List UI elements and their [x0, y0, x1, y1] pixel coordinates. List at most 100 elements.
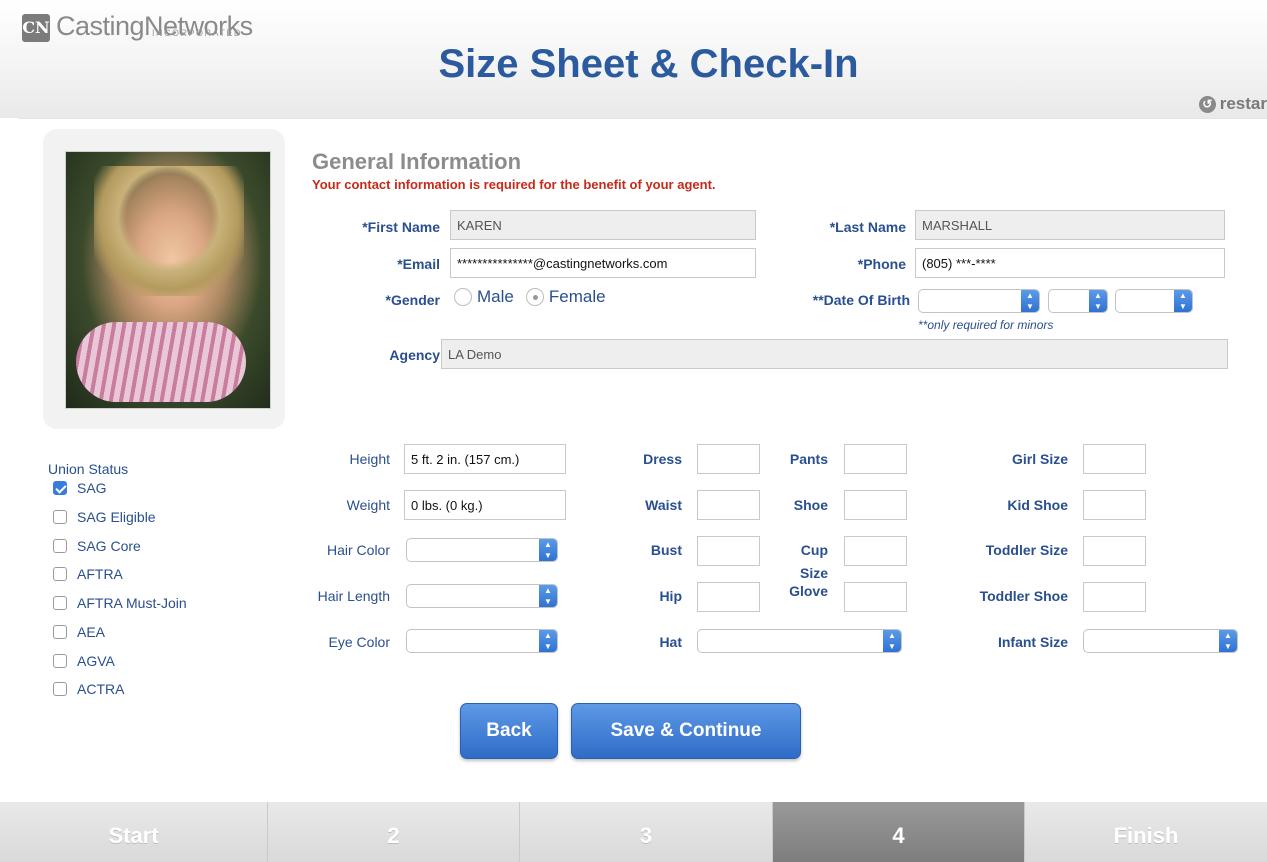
union-item-label: SAG [77, 480, 107, 496]
dob-note: **only required for minors [918, 318, 1054, 332]
height-field[interactable] [404, 444, 566, 474]
phone-field[interactable] [915, 248, 1225, 278]
sag-checkbox[interactable] [53, 481, 67, 495]
dob-month-select[interactable]: ▲ ▼ [918, 289, 1040, 313]
weight-field[interactable] [404, 490, 566, 520]
required-note: Your contact information is required for… [312, 177, 716, 192]
kid-shoe-field[interactable] [1083, 490, 1146, 520]
agency-field[interactable] [441, 339, 1228, 369]
dob-day-select[interactable]: ▲ ▼ [1048, 289, 1108, 313]
infant-size-select[interactable]: ▲ ▼ [1083, 629, 1238, 653]
shoe-label: Shoe [793, 497, 828, 513]
union-item-label: AGVA [77, 653, 115, 669]
dress-label: Dress [643, 451, 682, 467]
pants-label: Pants [789, 451, 828, 467]
step-2[interactable]: 2 [268, 802, 520, 862]
email-field[interactable] [450, 248, 756, 278]
hat-select[interactable]: ▲ ▼ [697, 629, 902, 653]
toddler-shoe-field[interactable] [1083, 582, 1146, 612]
union-item-sag[interactable]: SAG [53, 480, 107, 496]
kid-shoe-label: Kid Shoe [1007, 497, 1068, 513]
agency-label: Agency [389, 347, 440, 363]
email-label: *Email [397, 256, 440, 272]
chevron-updown-icon: ▲ ▼ [539, 630, 557, 652]
step-start[interactable]: Start [0, 802, 268, 862]
last-name-label: *Last Name [829, 219, 906, 235]
aftra-must-join-checkbox[interactable] [53, 596, 67, 610]
toddler-size-field[interactable] [1083, 536, 1146, 566]
chevron-updown-icon: ▲ ▼ [1021, 290, 1039, 312]
main-panel: General Information Your contact informa… [18, 118, 1267, 802]
profile-photo [65, 151, 271, 409]
hip-label: Hip [659, 588, 682, 604]
union-item-aftra-must-join[interactable]: AFTRA Must-Join [53, 595, 187, 611]
pants-field[interactable] [844, 444, 907, 474]
girl-size-label: Girl Size [1011, 451, 1068, 467]
photo-frame [43, 129, 285, 429]
last-name-field[interactable] [915, 210, 1225, 240]
chevron-updown-icon: ▲ ▼ [539, 539, 557, 561]
union-item-aftra[interactable]: AFTRA [53, 566, 123, 582]
union-item-aea[interactable]: AEA [53, 624, 105, 640]
hair-length-select[interactable]: ▲ ▼ [406, 584, 558, 608]
union-status-title: Union Status [48, 461, 129, 477]
back-button[interactable]: Back [460, 703, 558, 759]
waist-label: Waist [645, 497, 682, 513]
union-item-agva[interactable]: AGVA [53, 653, 115, 669]
aea-checkbox[interactable] [53, 625, 67, 639]
general-info-title: General Information [312, 149, 522, 174]
cup-size-label-2: Size [799, 565, 828, 581]
hair-color-select[interactable]: ▲ ▼ [406, 538, 558, 562]
gender-male-label: Male [477, 287, 514, 306]
glove-field[interactable] [844, 582, 907, 612]
aftra-checkbox[interactable] [53, 567, 67, 581]
union-item-label: ACTRA [77, 681, 125, 697]
union-item-label: AEA [77, 624, 106, 640]
chevron-updown-icon: ▲ ▼ [1089, 290, 1107, 312]
restart-icon: ↺ [1198, 95, 1216, 113]
union-item-actra[interactable]: ACTRA [53, 681, 124, 697]
dob-year-select[interactable]: ▲ ▼ [1115, 289, 1193, 313]
union-item-label: AFTRA [77, 566, 123, 582]
dob-label: **Date Of Birth [812, 292, 910, 308]
actra-checkbox[interactable] [53, 682, 67, 696]
union-item-sag-eligible[interactable]: SAG Eligible [53, 509, 156, 525]
first-name-label: *First Name [362, 219, 440, 235]
sag-eligible-checkbox[interactable] [53, 510, 67, 524]
logo-subtitle: INCORPORATED [152, 28, 242, 38]
waist-field[interactable] [697, 490, 760, 520]
gender-female-radio[interactable] [525, 288, 544, 306]
gender-female-label: Female [548, 287, 606, 306]
gender-label: *Gender [385, 292, 440, 308]
gender-radio-group: Male Female [454, 287, 618, 307]
page-title: Size Sheet & Check-In [438, 42, 859, 86]
bust-label: Bust [650, 542, 682, 558]
union-item-sag-core[interactable]: SAG Core [53, 538, 141, 554]
step-4[interactable]: 4 [773, 802, 1025, 862]
step-finish[interactable]: Finish [1025, 802, 1267, 862]
chevron-updown-icon: ▲ ▼ [1174, 290, 1192, 312]
restart-link[interactable]: ↺ restar [1198, 94, 1267, 114]
shoe-field[interactable] [844, 490, 907, 520]
agva-checkbox[interactable] [53, 654, 67, 668]
first-name-field[interactable] [450, 210, 756, 240]
step-3[interactable]: 3 [520, 802, 773, 862]
gender-male-radio[interactable] [454, 288, 472, 306]
bust-field[interactable] [697, 536, 760, 566]
hat-label: Hat [659, 634, 682, 650]
girl-size-field[interactable] [1083, 444, 1146, 474]
height-label: Height [349, 451, 390, 467]
save-continue-button[interactable]: Save & Continue [571, 703, 801, 759]
eye-color-select[interactable]: ▲ ▼ [406, 629, 558, 653]
eye-color-label: Eye Color [328, 634, 390, 650]
chevron-updown-icon: ▲ ▼ [539, 585, 557, 607]
sag-core-checkbox[interactable] [53, 539, 67, 553]
hair-color-label: Hair Color [326, 542, 390, 558]
dress-field[interactable] [697, 444, 760, 474]
hair-length-label: Hair Length [317, 588, 390, 604]
photo-hair-shape [94, 166, 244, 296]
union-item-label: SAG Eligible [77, 509, 156, 525]
hip-field[interactable] [697, 582, 760, 612]
cup-size-field[interactable] [844, 536, 907, 566]
cup-size-label: Cup [800, 542, 828, 558]
